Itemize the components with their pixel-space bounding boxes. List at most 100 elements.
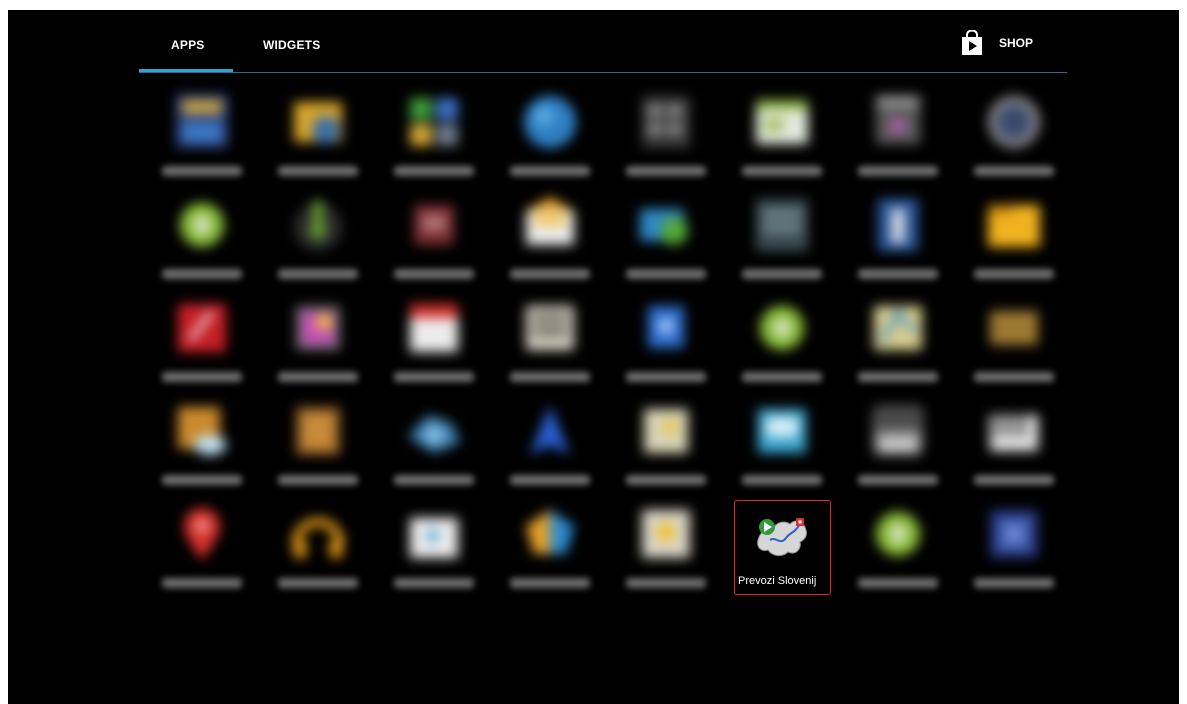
app-icon: [878, 199, 918, 251]
app-label: [858, 372, 938, 382]
app-tile[interactable]: [260, 500, 376, 603]
app-label: [626, 166, 706, 176]
app-icon: [410, 98, 458, 146]
app-label: [278, 578, 358, 588]
app-tile[interactable]: [492, 88, 608, 191]
app-tile[interactable]: [376, 397, 492, 500]
app-icon: [988, 205, 1040, 247]
app-icon: [758, 409, 806, 453]
app-tile[interactable]: [724, 294, 840, 397]
tab-apps[interactable]: APPS: [171, 38, 204, 52]
app-drawer-screen: APPS WIDGETS SHOP Prevozi Slovenij: [8, 10, 1179, 704]
app-tile[interactable]: [492, 191, 608, 294]
app-tile[interactable]: [376, 500, 492, 603]
app-label: [394, 578, 474, 588]
app-label: [162, 269, 242, 279]
app-tile[interactable]: [608, 294, 724, 397]
app-tile[interactable]: [724, 191, 840, 294]
app-tile[interactable]: [956, 397, 1072, 500]
app-tile[interactable]: [608, 500, 724, 603]
app-tile[interactable]: [260, 191, 376, 294]
app-label: [858, 578, 938, 588]
app-label: [510, 372, 590, 382]
app-label: [162, 166, 242, 176]
app-icon: [990, 310, 1038, 346]
app-label: [974, 578, 1054, 588]
app-tile[interactable]: [840, 500, 956, 603]
app-icon: [294, 201, 342, 251]
app-label: [510, 475, 590, 485]
app-icon: [990, 415, 1038, 451]
app-tile[interactable]: [608, 191, 724, 294]
app-label: [742, 166, 822, 176]
app-tile-prevozi-slovenije[interactable]: Prevozi Slovenij: [724, 500, 840, 603]
app-label: [510, 166, 590, 176]
app-icon: [872, 405, 924, 457]
app-tile[interactable]: [260, 88, 376, 191]
app-icon: [414, 205, 454, 245]
app-label: [858, 166, 938, 176]
app-icon: [526, 510, 574, 554]
app-label: [626, 372, 706, 382]
app-icon: [756, 199, 808, 251]
app-label: [278, 372, 358, 382]
app-tile[interactable]: [608, 88, 724, 191]
app-icon: [176, 94, 228, 148]
app-tile[interactable]: [724, 88, 840, 191]
app-tile[interactable]: [144, 191, 260, 294]
shop-button[interactable]: SHOP: [961, 30, 1033, 56]
app-tile[interactable]: [840, 294, 956, 397]
app-label: [974, 166, 1054, 176]
app-tile[interactable]: [376, 191, 492, 294]
app-icon: [294, 102, 342, 144]
app-icon: [408, 415, 460, 453]
app-label: [858, 475, 938, 485]
app-tile[interactable]: [376, 294, 492, 397]
app-icon: [648, 306, 684, 348]
app-tile[interactable]: [492, 397, 608, 500]
app-tile[interactable]: [608, 397, 724, 500]
app-label: [394, 372, 474, 382]
app-icon: [876, 96, 920, 144]
app-label: [510, 578, 590, 588]
app-tile[interactable]: [144, 294, 260, 397]
app-grid: Prevozi Slovenij: [144, 88, 1072, 603]
app-tile[interactable]: [144, 500, 260, 603]
app-tile[interactable]: [144, 397, 260, 500]
app-tile[interactable]: [840, 88, 956, 191]
app-icon: [876, 512, 920, 556]
app-icon: [756, 100, 808, 144]
app-icon: [296, 407, 340, 455]
app-label: [394, 475, 474, 485]
app-label: [394, 269, 474, 279]
app-tile[interactable]: [260, 294, 376, 397]
app-icon: [642, 96, 690, 148]
app-label: [626, 269, 706, 279]
app-tile[interactable]: [260, 397, 376, 500]
app-label: [626, 475, 706, 485]
app-tile[interactable]: [956, 88, 1072, 191]
app-icon: [642, 510, 690, 558]
app-label: [278, 269, 358, 279]
app-label: [278, 475, 358, 485]
app-icon: [184, 508, 220, 560]
app-tile[interactable]: [724, 397, 840, 500]
app-icon: [988, 96, 1040, 148]
app-icon: [296, 306, 340, 350]
app-label: [742, 475, 822, 485]
app-tile[interactable]: [492, 294, 608, 397]
app-tile[interactable]: [144, 88, 260, 191]
app-tile[interactable]: [840, 397, 956, 500]
tab-widgets[interactable]: WIDGETS: [263, 38, 320, 52]
app-tile[interactable]: [956, 294, 1072, 397]
app-icon: [180, 203, 224, 247]
app-icon: [644, 409, 688, 453]
app-tile[interactable]: [376, 88, 492, 191]
app-icon: [526, 306, 574, 350]
app-tile[interactable]: [956, 191, 1072, 294]
app-tile[interactable]: [956, 500, 1072, 603]
app-label: [162, 372, 242, 382]
app-tile[interactable]: [492, 500, 608, 603]
app-label: [974, 372, 1054, 382]
app-tile[interactable]: [840, 191, 956, 294]
